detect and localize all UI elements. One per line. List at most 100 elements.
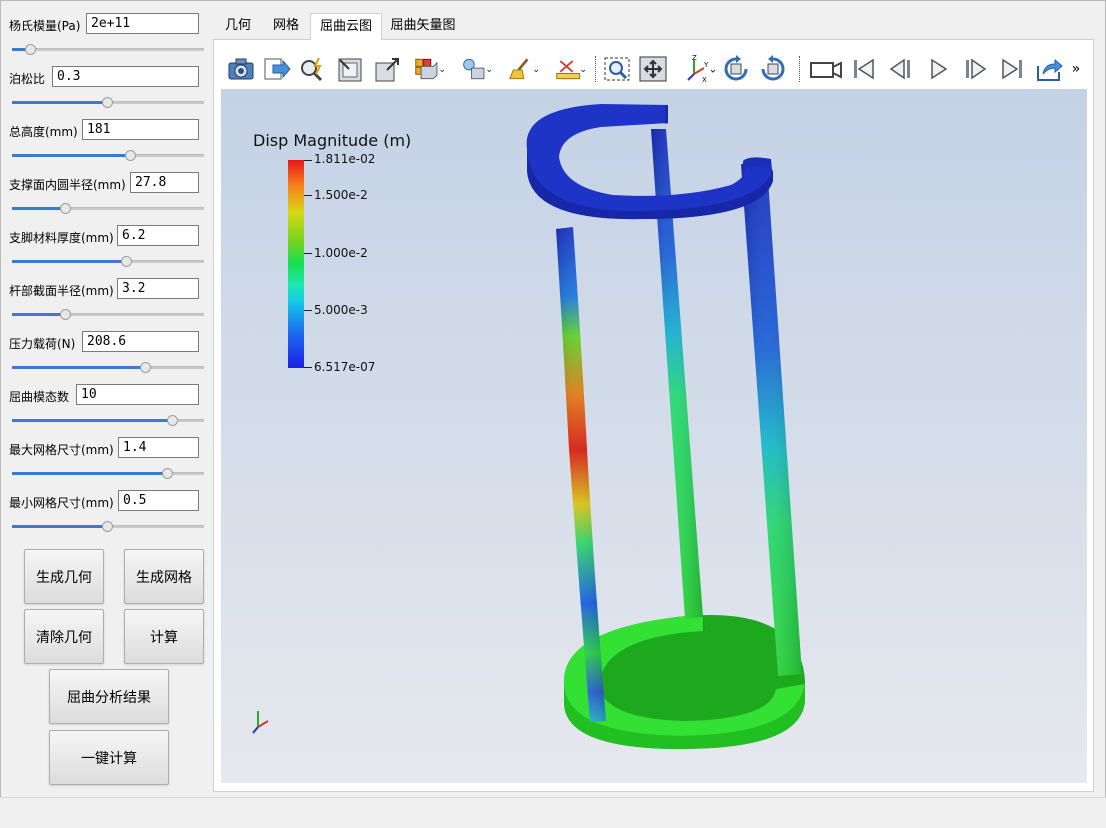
slider-fill xyxy=(12,472,168,475)
param-slider[interactable] xyxy=(12,97,204,108)
param-label: 最大网格尺寸(mm) xyxy=(9,443,114,457)
tab-buckling-contour[interactable]: 屈曲云图 xyxy=(310,13,382,40)
toolbar-separator xyxy=(799,56,801,82)
param-input[interactable] xyxy=(52,66,199,87)
param-input[interactable] xyxy=(118,437,199,458)
param-slider[interactable] xyxy=(12,203,204,214)
param-slider[interactable] xyxy=(12,362,204,373)
light-icon[interactable] xyxy=(461,54,491,84)
toggle-view-icon[interactable] xyxy=(414,54,444,84)
buckling-result-button[interactable]: 屈曲分析结果 xyxy=(49,669,169,724)
param-row: 屈曲模态数 xyxy=(8,384,208,434)
fit-icon[interactable] xyxy=(638,54,668,84)
param-label: 支脚材料厚度(mm) xyxy=(9,231,114,245)
param-slider[interactable] xyxy=(12,309,204,320)
param-row: 总高度(mm) xyxy=(8,119,208,169)
clear-icon[interactable] xyxy=(508,54,538,84)
last-frame-icon[interactable] xyxy=(997,54,1027,84)
param-row: 压力载荷(N) xyxy=(8,331,208,381)
generate-mesh-button[interactable]: 生成网格 xyxy=(124,549,204,604)
param-input[interactable] xyxy=(86,13,199,34)
slider-handle[interactable] xyxy=(102,97,113,108)
param-row: 支脚材料厚度(mm) xyxy=(8,225,208,275)
slider-fill xyxy=(12,207,66,210)
slider-handle[interactable] xyxy=(59,203,71,214)
3d-viewport[interactable]: Disp Magnitude (m) 1.811e-02 1.500e-2 1.… xyxy=(221,89,1087,783)
axis-y-label: Y xyxy=(703,61,709,69)
param-row: 杆部截面半径(mm) xyxy=(8,278,208,328)
slider-handle[interactable] xyxy=(140,362,152,373)
camera-icon[interactable] xyxy=(226,54,256,84)
param-input[interactable] xyxy=(76,384,199,405)
slider-fill xyxy=(12,525,108,528)
save-icon[interactable] xyxy=(1034,54,1064,84)
toolbar-separator xyxy=(595,56,597,82)
slider-fill xyxy=(12,419,174,422)
param-row: 最大网格尺寸(mm) xyxy=(8,437,208,487)
orientation-triad xyxy=(252,711,269,734)
param-input[interactable] xyxy=(130,172,199,193)
slider-handle[interactable] xyxy=(121,256,133,267)
param-label: 屈曲模态数 xyxy=(9,390,70,404)
param-slider[interactable] xyxy=(12,256,204,267)
param-slider[interactable] xyxy=(12,468,204,479)
zoom-select-icon[interactable] xyxy=(602,54,632,84)
param-row: 杨氏模量(Pa) xyxy=(8,13,208,63)
compute-button[interactable]: 计算 xyxy=(124,609,204,664)
param-slider[interactable] xyxy=(12,415,204,426)
next-frame-icon[interactable] xyxy=(961,54,991,84)
slider-handle[interactable] xyxy=(125,150,137,161)
param-row: 支撑面内圆半径(mm) xyxy=(8,172,208,222)
param-row: 最小网格尺寸(mm) xyxy=(8,490,208,540)
rotate-cw-icon[interactable] xyxy=(758,54,788,84)
slider-fill xyxy=(12,260,128,263)
zoom-to-box-icon[interactable] xyxy=(372,54,402,84)
buckling-model xyxy=(252,104,805,749)
param-slider[interactable] xyxy=(12,150,204,161)
reset-camera-icon[interactable] xyxy=(335,54,365,84)
toolbar-overflow-button[interactable]: » xyxy=(1067,54,1085,84)
slider-handle[interactable] xyxy=(161,468,173,479)
slider-fill xyxy=(12,313,66,316)
query-icon[interactable] xyxy=(298,54,328,84)
tab-buckling-vector[interactable]: 屈曲矢量图 xyxy=(383,13,463,38)
slider-handle[interactable] xyxy=(59,309,71,320)
param-row: 泊松比 xyxy=(8,66,208,116)
param-label: 压力载荷(N) xyxy=(9,337,76,351)
viewer-toolbar: ZYX » xyxy=(221,49,1087,89)
record-icon[interactable] xyxy=(809,54,843,84)
tab-geometry[interactable]: 几何 xyxy=(213,13,263,38)
slider-fill xyxy=(12,154,132,157)
param-slider[interactable] xyxy=(12,521,204,532)
param-input[interactable] xyxy=(118,490,199,511)
axis-x-label: X xyxy=(702,76,707,84)
param-slider[interactable] xyxy=(12,44,204,55)
param-label: 杨氏模量(Pa) xyxy=(9,19,81,33)
slider-handle[interactable] xyxy=(102,521,113,532)
slider-handle[interactable] xyxy=(25,44,37,55)
generate-geometry-button[interactable]: 生成几何 xyxy=(24,549,104,604)
play-icon[interactable] xyxy=(924,54,954,84)
param-input[interactable] xyxy=(117,225,199,246)
status-strip xyxy=(0,797,1106,828)
param-input[interactable] xyxy=(82,331,199,352)
rotate-ccw-icon[interactable] xyxy=(721,54,751,84)
param-label: 最小网格尺寸(mm) xyxy=(9,496,114,510)
first-frame-icon[interactable] xyxy=(849,54,879,84)
param-input[interactable] xyxy=(82,119,199,140)
param-label: 总高度(mm) xyxy=(9,125,78,139)
ruler-icon[interactable] xyxy=(555,54,585,84)
param-label: 杆部截面半径(mm) xyxy=(9,284,114,298)
clear-geometry-button[interactable]: 清除几何 xyxy=(24,609,104,664)
param-label: 支撑面内圆半径(mm) xyxy=(9,178,126,192)
slider-fill xyxy=(12,366,147,369)
slider-handle[interactable] xyxy=(167,415,179,426)
axes-icon[interactable]: ZYX xyxy=(682,54,716,84)
export-icon[interactable] xyxy=(262,54,292,84)
tab-mesh[interactable]: 网格 xyxy=(263,13,309,38)
slider-fill xyxy=(12,101,108,104)
prev-frame-icon[interactable] xyxy=(886,54,916,84)
param-input[interactable] xyxy=(117,278,199,299)
one-click-compute-button[interactable]: 一键计算 xyxy=(49,730,169,785)
axis-z-label: Z xyxy=(692,54,697,62)
